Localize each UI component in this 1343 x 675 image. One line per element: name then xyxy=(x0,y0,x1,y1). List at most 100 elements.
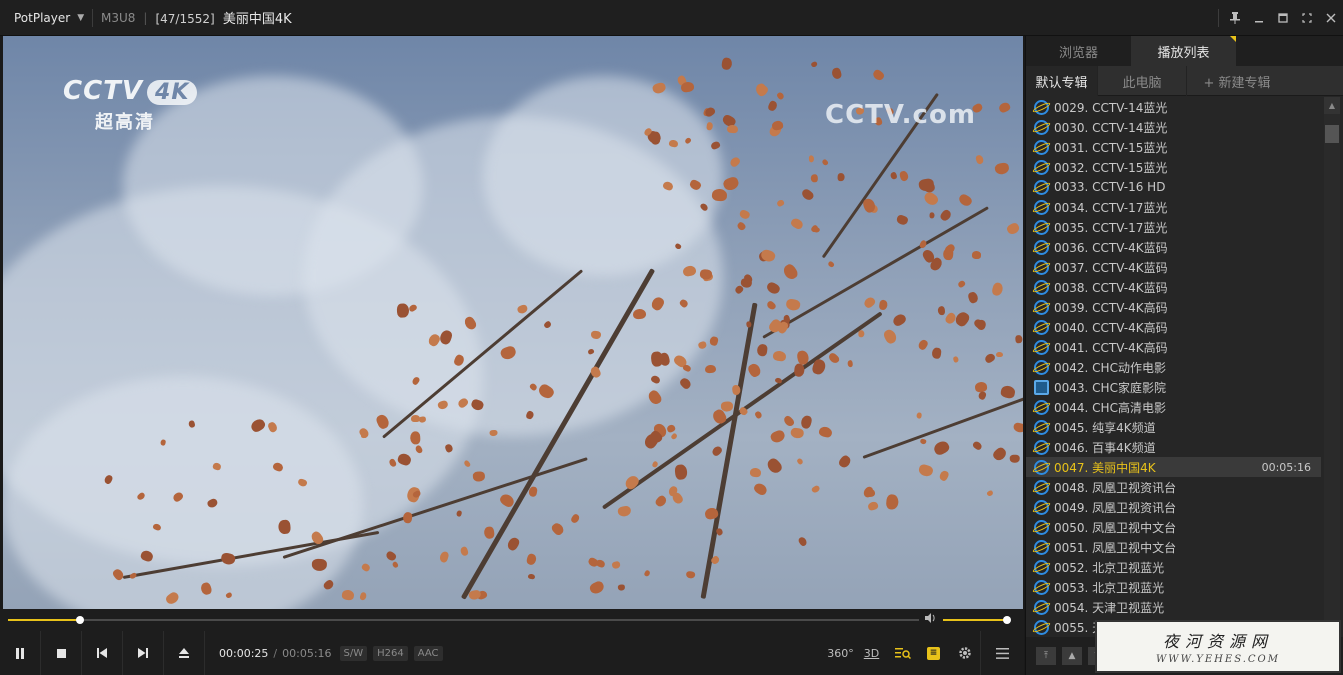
menu-icon[interactable] xyxy=(980,631,1024,675)
decoder-tag[interactable]: S/W xyxy=(339,645,368,661)
vr-360-button[interactable]: 360° xyxy=(825,631,856,675)
blossom xyxy=(810,173,818,183)
blossom xyxy=(611,561,622,570)
move-up-icon[interactable]: ▲ xyxy=(1062,647,1082,665)
blossom xyxy=(710,444,723,457)
blossom xyxy=(675,464,689,481)
previous-button[interactable] xyxy=(82,631,123,675)
playlist-item[interactable]: 0053. 北京卫视蓝光 xyxy=(1026,577,1321,597)
playlist-item[interactable]: 0042. CHC动作电影 xyxy=(1026,357,1321,377)
app-menu-button[interactable]: PotPlayer ▼ xyxy=(0,0,92,36)
ie-icon xyxy=(1031,519,1052,535)
playlist-item[interactable]: 0032. CCTV-15蓝光 xyxy=(1026,157,1321,177)
playlist-item[interactable]: 0041. CCTV-4K高码 xyxy=(1026,337,1321,357)
close-icon[interactable] xyxy=(1319,6,1343,30)
playlist-item[interactable]: 0035. CCTV-17蓝光 xyxy=(1026,217,1321,237)
next-button[interactable] xyxy=(123,631,164,675)
fullscreen-icon[interactable] xyxy=(1295,6,1319,30)
blossom xyxy=(808,155,815,163)
video-display[interactable]: CCTV 4K 超高清 CCTV.com xyxy=(3,36,1023,609)
blossom xyxy=(525,552,538,566)
blossom xyxy=(1013,421,1023,433)
blossom xyxy=(752,480,769,497)
eject-button[interactable] xyxy=(164,631,205,675)
playlist-item[interactable]: 0029. CCTV-14蓝光 xyxy=(1026,97,1321,117)
ie-icon xyxy=(1031,579,1052,595)
new-album-button[interactable]: + 新建专辑 xyxy=(1187,66,1287,96)
3d-button[interactable]: 3D xyxy=(856,631,887,675)
playlist-item[interactable]: 0045. 纯享4K频道 xyxy=(1026,417,1321,437)
scroll-up-icon[interactable]: ▲ xyxy=(1324,97,1340,114)
blossom xyxy=(830,67,843,81)
playlist-item[interactable]: 0034. CCTV-17蓝光 xyxy=(1026,197,1321,217)
playlist-item[interactable]: 0036. CCTV-4K蓝码 xyxy=(1026,237,1321,257)
playlist-item[interactable]: 0047. 美丽中国4K 00:05:16 xyxy=(1026,457,1321,477)
playlist-item[interactable]: 0033. CCTV-16 HD xyxy=(1026,177,1321,197)
playlist-item[interactable]: 0031. CCTV-15蓝光 xyxy=(1026,137,1321,157)
blossom xyxy=(473,471,486,482)
playlist-item[interactable]: 0030. CCTV-14蓝光 xyxy=(1026,117,1321,137)
pause-button[interactable] xyxy=(0,631,41,675)
blossom xyxy=(793,362,805,377)
blossom xyxy=(681,363,692,373)
playlist-item-duration: 00:05:16 xyxy=(1261,460,1311,474)
playlist-item[interactable]: 0044. CHC高清电影 xyxy=(1026,397,1321,417)
blossom xyxy=(550,520,566,536)
album-tab-this-pc[interactable]: 此电脑 xyxy=(1098,66,1187,96)
ie-icon xyxy=(1031,459,1052,475)
site-watermark: 夜河资源网 WWW.YEHES.COM xyxy=(1095,620,1341,673)
stop-button[interactable] xyxy=(41,631,82,675)
blossom xyxy=(361,561,372,573)
playlist-item[interactable]: 0038. CCTV-4K蓝码 xyxy=(1026,277,1321,297)
video-codec-tag[interactable]: H264 xyxy=(373,645,408,661)
album-tab-default[interactable]: 默认专辑 xyxy=(1026,66,1098,96)
blossom xyxy=(679,81,695,94)
blossom xyxy=(489,429,498,436)
ie-icon xyxy=(1031,499,1052,515)
playlist-item[interactable]: 0043. CHC家庭影院 xyxy=(1026,377,1321,397)
blossom xyxy=(922,190,941,208)
blossom xyxy=(957,279,967,289)
volume-icon[interactable] xyxy=(925,613,937,626)
minimize-icon[interactable] xyxy=(1247,6,1271,30)
blossom xyxy=(917,463,935,479)
playlist-item[interactable]: 0037. CCTV-4K蓝码 xyxy=(1026,257,1321,277)
audio-codec-tag[interactable]: AAC xyxy=(413,645,443,661)
maximize-icon[interactable] xyxy=(1271,6,1295,30)
scroll-thumb[interactable] xyxy=(1325,125,1339,143)
playlist-toggle-icon[interactable]: ≡ xyxy=(918,631,949,675)
seek-bar[interactable] xyxy=(8,616,919,624)
blossom xyxy=(929,211,935,219)
playlist-item[interactable]: 0052. 北京卫视蓝光 xyxy=(1026,557,1321,577)
blossom xyxy=(827,260,835,269)
seek-handle[interactable] xyxy=(75,616,84,624)
playlist-scrollbar[interactable]: ▲ xyxy=(1324,97,1340,635)
playlist-item-label: 0042. CHC动作电影 xyxy=(1054,360,1166,375)
blossom xyxy=(931,347,942,360)
ie-icon xyxy=(1031,599,1052,615)
playlist-search-icon[interactable] xyxy=(887,631,918,675)
playlist-item[interactable]: 0050. 凤凰卫视中文台 xyxy=(1026,517,1321,537)
playlist-item-label: 0054. 天津卫视蓝光 xyxy=(1054,600,1165,615)
playlist-item[interactable]: 0039. CCTV-4K高码 xyxy=(1026,297,1321,317)
ie-icon xyxy=(1031,299,1052,315)
blossom xyxy=(746,361,763,379)
volume-level xyxy=(943,619,1007,621)
tab-browser[interactable]: 浏览器 xyxy=(1026,36,1131,66)
settings-gear-icon[interactable] xyxy=(949,631,980,675)
volume-handle[interactable] xyxy=(1003,616,1011,624)
tab-playlist[interactable]: 播放列表 xyxy=(1131,36,1236,66)
playlist-item-label: 0046. 百事4K频道 xyxy=(1054,440,1156,455)
blossom xyxy=(642,569,651,578)
pin-icon[interactable] xyxy=(1223,6,1247,30)
playlist-item[interactable]: 0051. 凤凰卫视中文台 xyxy=(1026,537,1321,557)
playlist-item[interactable]: 0046. 百事4K频道 xyxy=(1026,437,1321,457)
blossom xyxy=(796,457,805,466)
playlist-item[interactable]: 0049. 凤凰卫视资讯台 xyxy=(1026,497,1321,517)
volume-slider[interactable] xyxy=(943,616,1011,624)
playlist-item[interactable]: 0054. 天津卫视蓝光 xyxy=(1026,597,1321,617)
playlist-item[interactable]: 0040. CCTV-4K高码 xyxy=(1026,317,1321,337)
playlist-item[interactable]: 0048. 凤凰卫视资讯台 xyxy=(1026,477,1321,497)
move-top-icon[interactable]: ⤒ xyxy=(1036,647,1056,665)
ie-icon xyxy=(1031,199,1052,215)
